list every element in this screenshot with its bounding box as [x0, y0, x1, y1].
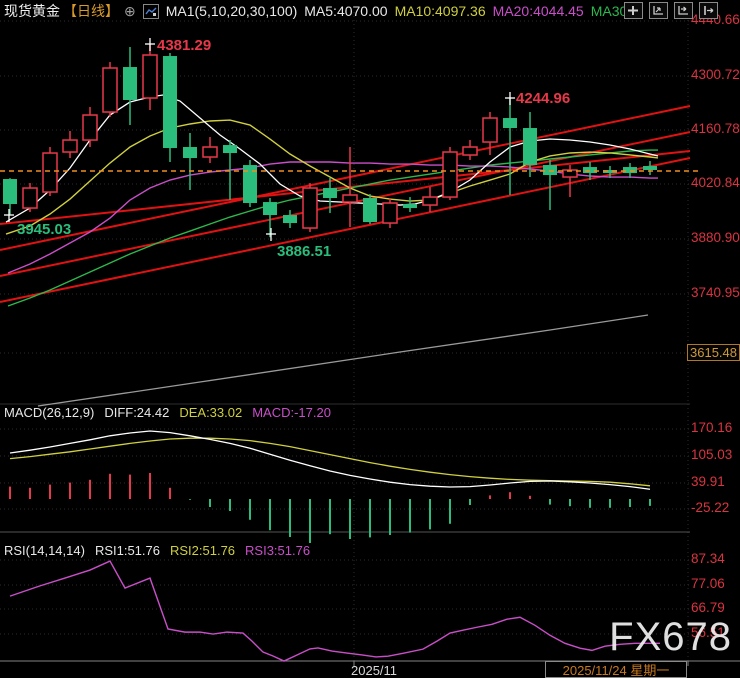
macd-value-label: MACD:-17.20 — [252, 405, 331, 420]
rsi2-value-label: RSI2:51.76 — [169, 543, 236, 558]
y-axis-label: 4020.84 — [691, 175, 740, 190]
candle-body — [403, 204, 417, 209]
add-indicator-icon[interactable]: ⊕ — [124, 3, 136, 20]
y-axis-label: 39.91 — [691, 474, 725, 489]
y-axis-label: 4160.78 — [691, 121, 740, 136]
candle-body — [283, 215, 297, 224]
candle-body — [183, 147, 197, 159]
candle-body — [382, 202, 398, 224]
candle-body — [323, 188, 337, 199]
price-annotation: 3886.51 — [277, 243, 331, 260]
y-axis-label: 170.16 — [691, 420, 733, 435]
candle-body — [223, 145, 237, 154]
fit-chart-icon[interactable] — [649, 2, 668, 19]
rsi-title: RSI(14,14,14) — [4, 543, 85, 558]
gold-daily-chart-app: 4381.29 4244.96 3945.03 3886.51 4440.66 4300… — [0, 0, 740, 678]
mini-chart-icon[interactable] — [142, 3, 159, 19]
candle-body — [363, 198, 377, 223]
candle-body — [583, 167, 597, 174]
candle-body — [163, 56, 177, 149]
ma10-line — [5, 119, 659, 235]
y-axis-label: -25.22 — [691, 500, 730, 515]
move-icon[interactable] — [624, 2, 643, 19]
step-forward-icon[interactable] — [674, 2, 693, 19]
ma-settings-label: MA1(5,10,20,30,100) — [165, 3, 298, 19]
y-axis-label: 3615.48 — [687, 344, 740, 361]
y-axis-label: 87.34 — [691, 551, 725, 566]
rsi3-value-label: RSI3:51.76 — [245, 543, 311, 558]
candle-body — [22, 187, 38, 209]
macd-diff-label: DIFF:24.42 — [104, 405, 170, 420]
x-axis-month-label: 2025/11 — [351, 663, 398, 678]
trendline — [0, 157, 691, 303]
candle-body — [503, 118, 517, 129]
candle-body — [523, 128, 537, 166]
candle-body — [263, 202, 277, 216]
y-axis-label: 66.79 — [691, 600, 725, 615]
candle-body — [3, 179, 17, 205]
chart-header: 现货黄金 【日线】 ⊕ MA1(5,10,20,30,100) MA5:4070.0… — [4, 2, 631, 20]
y-axis-label: 77.06 — [691, 576, 725, 591]
chart-toolbar — [624, 2, 718, 19]
candle-body — [62, 139, 78, 153]
candle-body — [422, 196, 438, 206]
instrument-title: 现货黄金 — [4, 3, 60, 19]
rsi-label-row: RSI(14,14,14) RSI1:51.76 RSI2:51.76 RSI3… — [4, 543, 310, 558]
trendline — [0, 105, 691, 252]
price-annotation: 4381.29 — [157, 37, 211, 54]
candle-body — [462, 146, 478, 156]
price-annotation: 4244.96 — [516, 90, 570, 107]
candle-body — [82, 114, 98, 141]
candle-body — [202, 146, 218, 158]
macd-label-row: MACD(26,12,9) DIFF:24.42 DEA:33.02 MACD:… — [4, 405, 331, 420]
candle-body — [623, 167, 637, 174]
candle-body — [102, 67, 118, 113]
watermark: FX678 — [609, 615, 732, 659]
candle-body — [543, 165, 557, 176]
candle-body — [342, 194, 358, 203]
macd-title: MACD(26,12,9) — [4, 405, 95, 420]
candle-body — [442, 151, 458, 198]
trendline — [0, 131, 691, 277]
rsi-line — [9, 560, 660, 662]
ma5-value-label: MA5:4070.00 — [304, 3, 388, 19]
candle-body — [643, 166, 657, 171]
chart-canvas[interactable]: 4381.29 4244.96 3945.03 3886.51 — [0, 0, 740, 678]
trendline — [0, 150, 691, 226]
candle-body — [142, 54, 158, 99]
macd-dea-label: DEA:33.02 — [179, 405, 243, 420]
macd-dea-line — [9, 437, 651, 487]
y-axis-label: 3880.90 — [691, 230, 740, 245]
ma100-line — [37, 314, 649, 407]
price-annotation: 3945.03 — [17, 221, 71, 238]
ma20-value-label: MA20:4044.45 — [492, 3, 584, 19]
y-axis-label: 4300.72 — [691, 67, 740, 82]
x-axis-date-box: 2025/11/24 星期一 — [545, 661, 687, 678]
candle-body — [482, 117, 498, 143]
exit-chart-icon[interactable] — [699, 2, 718, 19]
ma10-value-label: MA10:4097.36 — [394, 3, 486, 19]
y-axis-label: 3740.95 — [691, 285, 740, 300]
y-axis-label: 105.03 — [691, 447, 733, 462]
candle-body — [123, 67, 137, 100]
candle-body — [42, 152, 58, 193]
rsi1-value-label: RSI1:51.76 — [94, 543, 160, 558]
candle-body — [302, 187, 318, 229]
period-label: 【日线】 — [63, 3, 119, 19]
